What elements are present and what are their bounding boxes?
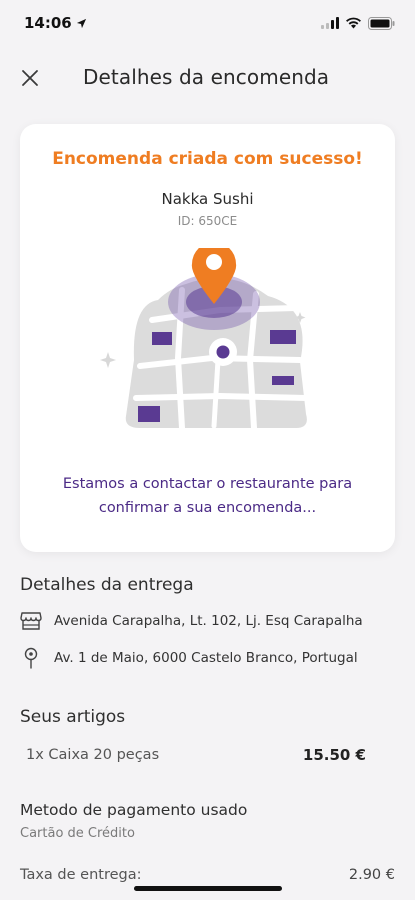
restaurant-name: Nakka Sushi (161, 190, 254, 208)
payment-method: Cartão de Crédito (20, 826, 135, 841)
home-indicator (134, 886, 282, 891)
close-icon (22, 70, 38, 86)
restaurant-address-row: Avenida Carapalha, Lt. 102, Lj. Esq Cara… (20, 611, 363, 631)
location-arrow-icon (76, 18, 86, 28)
battery-icon (368, 16, 395, 30)
close-button[interactable] (16, 64, 44, 92)
delivery-fee-row: Taxa de entrega: 2.90 € (20, 867, 395, 883)
restaurant-address: Avenida Carapalha, Lt. 102, Lj. Esq Cara… (54, 613, 363, 629)
location-pin-icon (24, 647, 38, 669)
order-status-message: Estamos a contactar o restaurante para c… (20, 472, 395, 520)
item-name: 1x Caixa 20 peças (26, 747, 160, 763)
header: Detalhes da encomenda (0, 56, 415, 100)
status-time-wrap: 14:06 (24, 14, 87, 32)
customer-address-row: Av. 1 de Maio, 6000 Castelo Branco, Port… (20, 647, 358, 669)
status-time: 14:06 (24, 14, 72, 32)
order-status-line-1: Estamos a contactar o restaurante para (62, 476, 353, 492)
order-status-line-2: confirmar a sua encomenda... (98, 500, 317, 516)
order-id: ID: 650CE (177, 214, 238, 228)
delivery-fee-value: 2.90 € (348, 867, 395, 883)
status-icons (321, 16, 395, 30)
item-price: 15.50 € (302, 746, 366, 764)
signal-icon (321, 17, 339, 29)
map-illustration (100, 248, 309, 431)
delivery-fee-label: Taxa de entrega: (20, 867, 142, 883)
wifi-icon (346, 17, 361, 29)
page-title: Detalhes da encomenda (83, 65, 330, 89)
items-section-title: Seus artigos (20, 707, 126, 727)
list-item: 1x Caixa 20 peças 15.50 € (26, 746, 366, 764)
order-status-card: Encomenda criada com sucesso! Nakka Sush… (20, 124, 395, 552)
status-bar: 14:06 (0, 0, 415, 46)
payment-section-title: Metodo de pagamento usado (20, 801, 248, 819)
customer-address: Av. 1 de Maio, 6000 Castelo Branco, Port… (54, 650, 358, 666)
store-icon (20, 612, 42, 630)
delivery-section-title: Detalhes da entrega (20, 575, 194, 595)
success-message: Encomenda criada com sucesso! (52, 149, 363, 169)
